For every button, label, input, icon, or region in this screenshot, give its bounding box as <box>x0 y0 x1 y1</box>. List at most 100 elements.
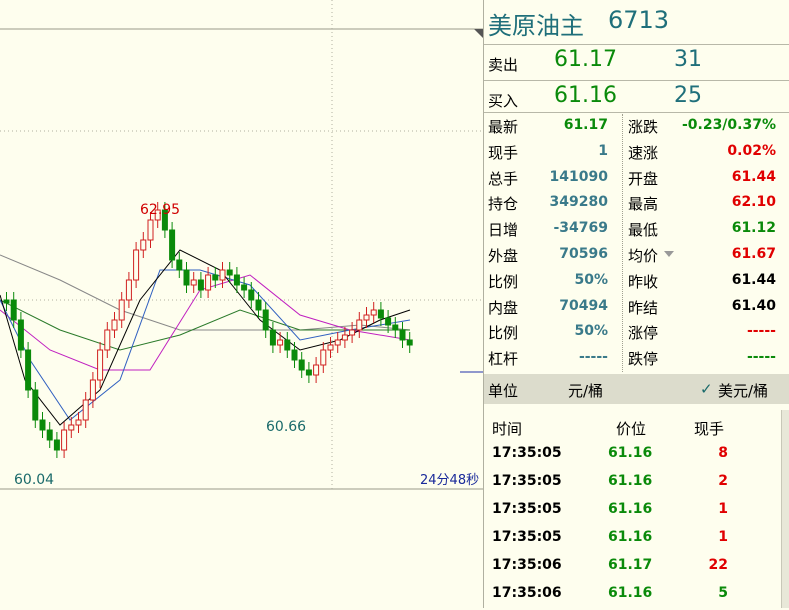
chart-mid-low-label: 60.66 <box>266 419 306 435</box>
candle-body <box>406 339 413 346</box>
ma-line-magenta <box>0 274 411 371</box>
stat-label: 现手 <box>488 143 519 162</box>
trade-time: 17:35:06 <box>492 557 562 573</box>
candle-body <box>212 274 219 281</box>
trade-row[interactable]: 17:35:05 61.16 1 <box>484 526 774 554</box>
trade-time: 17:35:05 <box>492 445 562 461</box>
trade-row[interactable]: 17:35:06 61.16 5 <box>484 582 774 610</box>
stat-label: 涨跌 <box>628 118 659 136</box>
unit-bar: 单位 元/桶 ✓ 美元/桶 <box>484 374 789 404</box>
candle-body <box>305 369 312 376</box>
candle-body <box>97 349 104 381</box>
candle-body <box>68 424 75 431</box>
stat-label: 杠杆 <box>488 350 519 369</box>
trade-qty: 1 <box>718 501 728 517</box>
stat-value: ----- <box>746 323 776 340</box>
candle-body <box>219 269 226 281</box>
stat-value: -0.23/0.37% <box>681 117 776 133</box>
candle-body <box>46 429 53 441</box>
trade-qty: 2 <box>718 473 728 489</box>
ma-line-green <box>0 299 410 351</box>
candle-body <box>370 309 377 316</box>
candle-body <box>32 389 39 421</box>
candle-body <box>75 419 82 426</box>
stat-value: 62.10 <box>731 194 776 211</box>
trade-row[interactable]: 17:35:05 61.16 8 <box>484 442 774 470</box>
candle-body <box>291 349 298 361</box>
stat-label: 速涨 <box>628 143 659 162</box>
candle-body <box>334 339 341 346</box>
stat-label: 外盘 <box>488 247 519 265</box>
candle-body <box>349 329 356 336</box>
candle-body <box>190 279 197 286</box>
trade-time: 17:35:05 <box>492 529 562 545</box>
trade-price: 61.16 <box>608 585 653 601</box>
candle-body <box>363 314 370 321</box>
candle-body <box>25 349 32 391</box>
candle-body <box>399 329 406 341</box>
candle-body <box>61 429 68 451</box>
stat-value: 61.17 <box>563 117 608 133</box>
candle-body <box>298 359 305 371</box>
ma-line-gray <box>0 254 411 331</box>
trade-time: 17:35:05 <box>492 501 562 517</box>
chart-high-label: 62.95 <box>140 202 180 218</box>
stat-label: 最高 <box>628 195 659 214</box>
candle-body <box>269 329 276 346</box>
stat-label: 日增 <box>488 221 519 240</box>
check-icon[interactable]: ✓ <box>700 380 713 398</box>
stat-value: 50% <box>574 323 608 340</box>
trade-price: 61.16 <box>608 445 653 461</box>
candlestick-chart[interactable]: 62.95 60.04 60.66 24分48秒 <box>0 0 483 608</box>
stat-value: 70596 <box>559 246 608 262</box>
stat-value: 61.40 <box>731 297 776 314</box>
ma-line-black <box>0 249 411 426</box>
candle-body <box>39 419 46 431</box>
candle-body <box>197 279 204 291</box>
kline-svg[interactable]: 62.95 60.04 60.66 24分48秒 <box>0 0 483 608</box>
candle-body <box>104 329 111 351</box>
trade-price: 61.17 <box>608 557 653 573</box>
buy-price[interactable]: 61.16 <box>554 83 617 108</box>
candle-body <box>277 339 284 346</box>
candle-body <box>140 239 147 251</box>
buy-label: 买入 <box>488 92 519 110</box>
stat-value: ----- <box>578 349 608 366</box>
chart-low-label: 60.04 <box>14 472 54 488</box>
candle-body <box>17 319 24 351</box>
stat-label: 持仓 <box>488 195 519 214</box>
stat-value: 0.02% <box>727 142 776 159</box>
stat-value: 349280 <box>549 194 608 211</box>
sell-label: 卖出 <box>488 56 519 74</box>
trades-scrollbar[interactable] <box>781 410 789 608</box>
unit-label: 单位 <box>488 382 519 400</box>
ma-line-blue <box>0 269 411 421</box>
stat-label: 昨收 <box>628 272 659 291</box>
currency-toggle[interactable]: 美元/桶 <box>718 380 768 401</box>
stat-label: 均价 <box>628 247 659 265</box>
trade-time: 17:35:06 <box>492 585 562 601</box>
trade-row[interactable]: 17:35:05 61.16 1 <box>484 498 774 526</box>
candle-body <box>176 259 183 271</box>
stat-label: 最低 <box>628 221 659 240</box>
candle-body <box>169 229 176 261</box>
trade-row[interactable]: 17:35:05 61.16 2 <box>484 470 774 498</box>
stat-label: 比例 <box>488 272 519 291</box>
quote-panel: 美原油主 6713 卖出 61.17 31 买入 61.16 25 最新 61.1… <box>483 0 789 608</box>
candle-body <box>82 399 89 421</box>
candle-body <box>233 274 240 286</box>
trade-row[interactable]: 17:35:06 61.17 22 <box>484 554 774 582</box>
stat-value: 70494 <box>559 297 608 314</box>
candle-body <box>226 269 233 276</box>
stat-value: ----- <box>746 349 776 366</box>
sell-price[interactable]: 61.17 <box>554 47 617 72</box>
stat-label: 昨结 <box>628 298 659 317</box>
trades-header-price: 价位 <box>616 420 647 438</box>
candle-body <box>205 274 212 291</box>
stat-label: 总手 <box>488 169 519 188</box>
trade-qty: 22 <box>708 557 728 573</box>
stat-label: 内盘 <box>488 298 519 317</box>
dropdown-arrow-icon[interactable] <box>664 251 674 257</box>
trade-qty: 1 <box>718 529 728 545</box>
stat-value: 1 <box>598 142 608 159</box>
